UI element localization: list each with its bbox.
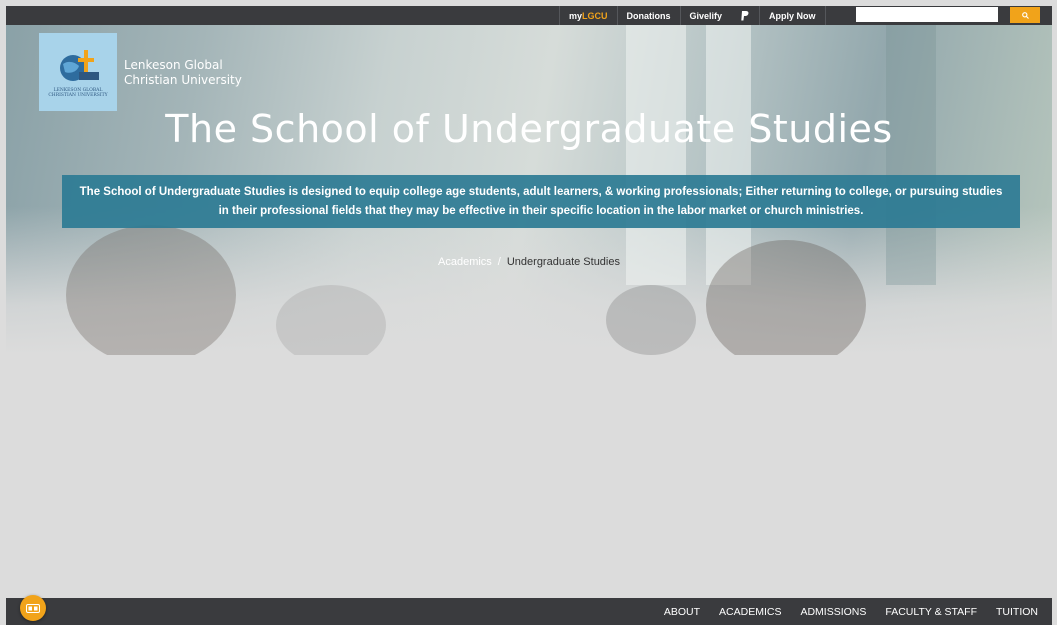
donations-link[interactable]: Donations xyxy=(618,6,681,25)
accessibility-icon xyxy=(26,603,40,613)
nav-admissions[interactable]: ADMISSIONS xyxy=(800,606,866,618)
main-navigation: ABOUT ACADEMICS ADMISSIONS FACULTY & STA… xyxy=(6,598,1052,625)
intro-text: The School of Undergraduate Studies is d… xyxy=(79,185,1003,217)
university-name[interactable]: Lenkeson Global Christian University xyxy=(124,58,242,88)
logo-caption: LENKESON GLOBAL CHRISTIAN UNIVERSITY xyxy=(48,88,108,98)
page-title: The School of Undergraduate Studies xyxy=(165,107,893,151)
intro-banner: The School of Undergraduate Studies is d… xyxy=(62,175,1020,228)
university-name-line1: Lenkeson Global xyxy=(124,58,223,72)
hero-section: LENKESON GLOBAL CHRISTIAN UNIVERSITY Len… xyxy=(6,25,1052,355)
breadcrumb-current: Undergraduate Studies xyxy=(506,256,620,268)
search-icon xyxy=(1021,11,1029,19)
top-utility-bar: my LGCU Donations Givelify Apply Now xyxy=(6,6,1052,25)
background-figure xyxy=(66,225,236,355)
paypal-link[interactable] xyxy=(731,6,761,25)
givelify-link[interactable]: Givelify xyxy=(681,6,732,25)
mylgcu-prefix: my xyxy=(569,10,583,21)
background-window xyxy=(706,25,751,285)
breadcrumb: Academics / Undergraduate Studies xyxy=(6,256,1052,268)
breadcrumb-separator: / xyxy=(497,256,501,268)
nav-faculty-staff[interactable]: FACULTY & STAFF xyxy=(885,606,977,618)
paypal-icon xyxy=(740,10,750,21)
mylgcu-accent: LGCU xyxy=(582,10,608,21)
background-window xyxy=(626,25,686,285)
nav-tuition[interactable]: TUITION xyxy=(996,606,1038,618)
university-logo[interactable]: LENKESON GLOBAL CHRISTIAN UNIVERSITY xyxy=(39,33,117,111)
accessibility-button[interactable] xyxy=(20,595,46,621)
apply-now-link[interactable]: Apply Now xyxy=(760,6,826,25)
utility-links: my LGCU Donations Givelify Apply Now xyxy=(559,6,826,25)
search-button[interactable] xyxy=(1010,7,1040,23)
nav-about[interactable]: ABOUT xyxy=(664,606,700,618)
background-pillar xyxy=(886,25,936,285)
breadcrumb-academics-link[interactable]: Academics xyxy=(438,256,492,268)
search-input[interactable] xyxy=(856,7,998,22)
globe-cross-logo-icon xyxy=(60,50,99,81)
mylgcu-link[interactable]: my LGCU xyxy=(559,6,618,25)
background-figure xyxy=(276,285,386,355)
background-figure xyxy=(606,285,696,355)
nav-academics[interactable]: ACADEMICS xyxy=(719,606,781,618)
university-name-line2: Christian University xyxy=(124,73,242,87)
